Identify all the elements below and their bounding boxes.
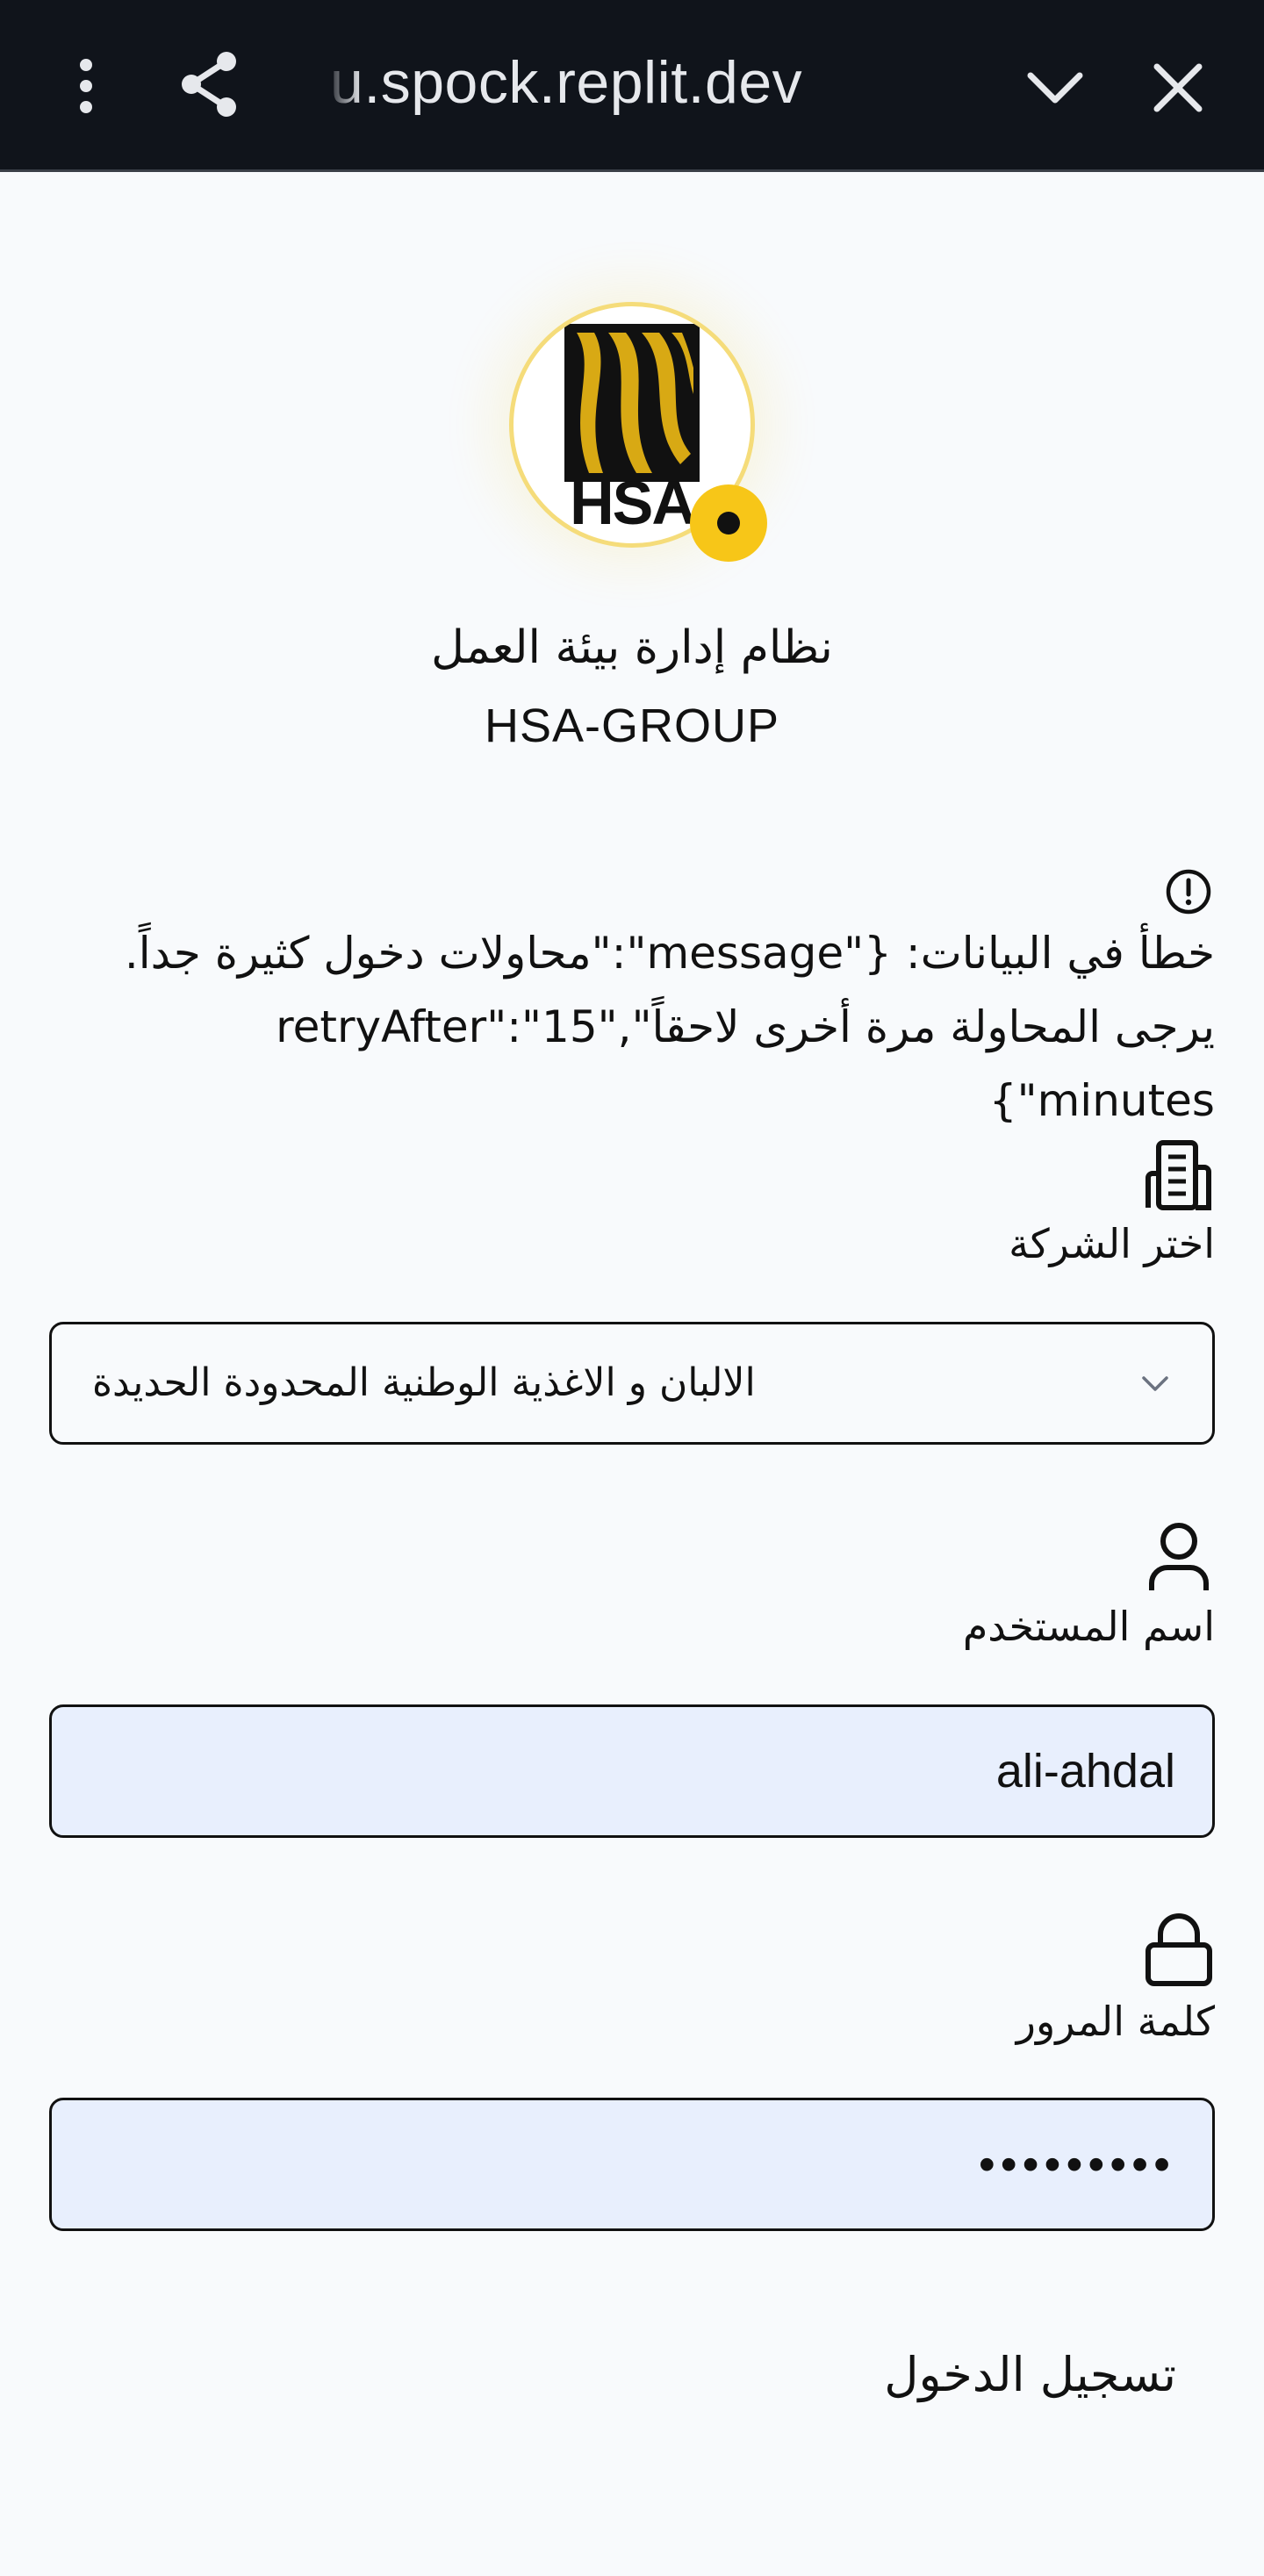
app-title: نظام إدارة بيئة العمل (431, 621, 833, 674)
company-select-value: الالبان و الاغذية الوطنية المحدودة الحدي… (92, 1360, 756, 1405)
building-icon (1139, 1136, 1218, 1215)
more-vertical-icon[interactable] (60, 51, 112, 121)
error-message: خطأ في البيانات: {"message":"محاولات دخو… (124, 928, 1215, 1126)
password-label: كلمة المرور (1016, 1998, 1215, 2045)
password-input[interactable] (49, 2098, 1215, 2231)
share-icon[interactable] (172, 47, 246, 121)
app-subtitle: HSA-GROUP (484, 700, 780, 752)
login-button[interactable]: تسجيل الدخول (790, 2326, 1176, 2422)
username-input[interactable] (49, 1704, 1215, 1838)
close-icon[interactable] (1141, 51, 1215, 125)
chevron-down-icon (1131, 1360, 1179, 1407)
url-bar[interactable]: u.spock.replit.dev (330, 40, 802, 125)
username-label: اسم المستخدم (962, 1603, 1215, 1650)
company-label: اختر الشركة (1009, 1220, 1215, 1267)
company-select[interactable]: الالبان و الاغذية الوطنية المحدودة الحدي… (49, 1322, 1215, 1445)
browser-top-bar: u.spock.replit.dev (0, 0, 1264, 172)
lock-icon (1139, 1910, 1218, 1989)
alert-circle-icon (1164, 867, 1213, 916)
svg-text:HSA: HSA (570, 469, 694, 537)
chevron-down-icon[interactable] (1018, 51, 1092, 125)
user-icon (1139, 1517, 1218, 1596)
status-indicator (690, 484, 767, 562)
